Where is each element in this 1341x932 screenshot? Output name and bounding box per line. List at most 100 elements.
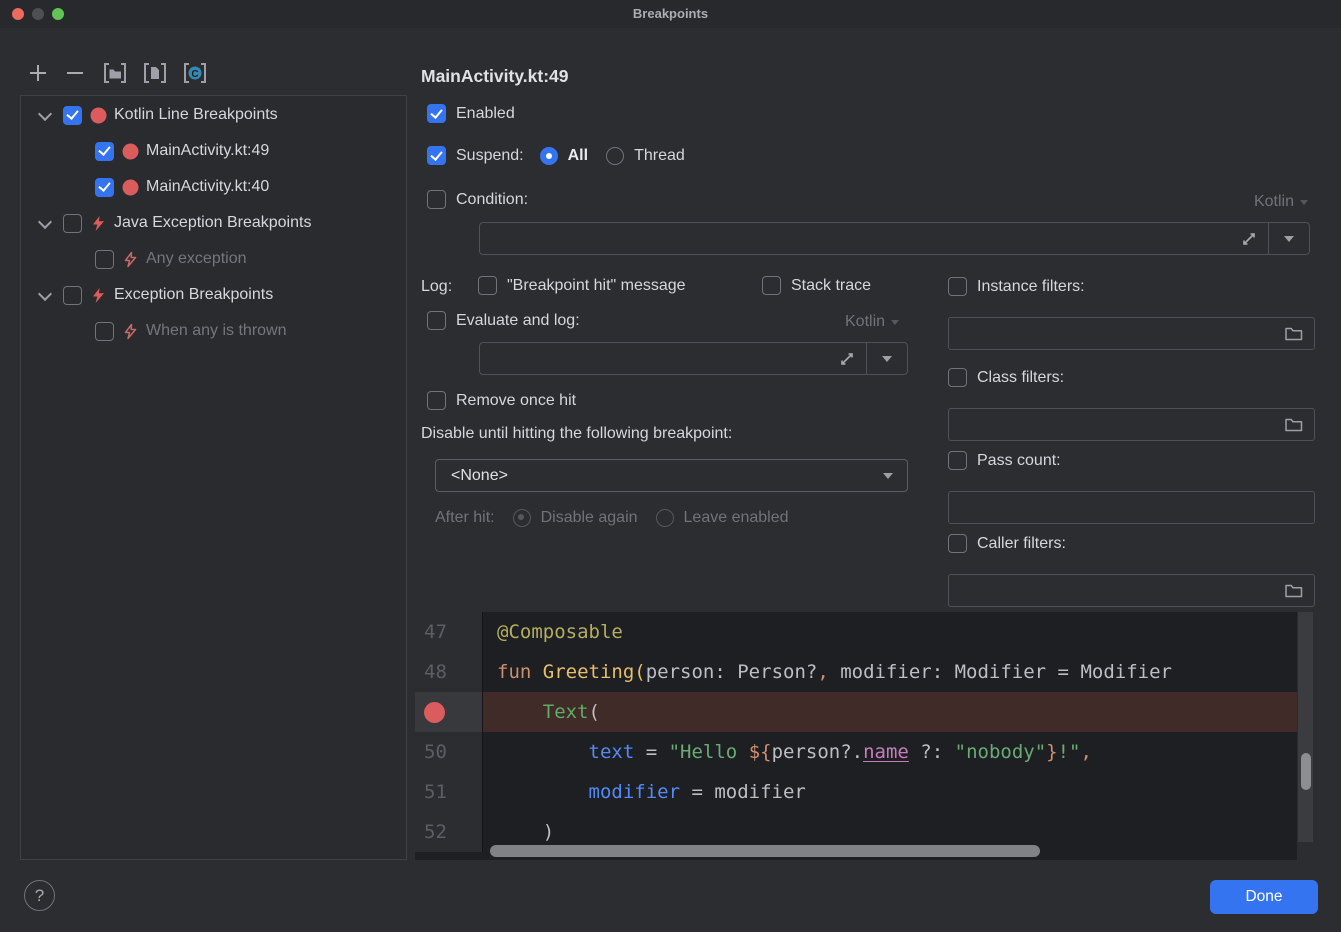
unchecked-checkbox[interactable] bbox=[95, 322, 114, 341]
breakpoint-title: MainActivity.kt:49 bbox=[421, 66, 569, 87]
gutter-line-number[interactable]: 51 bbox=[415, 772, 483, 812]
chevron-expanded-icon[interactable] bbox=[37, 215, 53, 231]
pass-count-checkbox[interactable] bbox=[948, 451, 967, 470]
disable-until-label: Disable until hitting the following brea… bbox=[421, 425, 732, 443]
remove-once-hit-checkbox[interactable] bbox=[427, 391, 446, 410]
suspend-thread-radio[interactable] bbox=[606, 147, 624, 165]
code-token: } bbox=[1046, 741, 1057, 763]
scrollbar-thumb[interactable] bbox=[1301, 753, 1311, 790]
scrollbar-corner bbox=[1297, 842, 1313, 860]
unchecked-checkbox[interactable] bbox=[95, 250, 114, 269]
after-hit-leave-enabled-radio[interactable] bbox=[656, 509, 674, 527]
tree-item-kotlin-line-breakpoints[interactable]: Kotlin Line Breakpoints bbox=[21, 98, 406, 132]
suspend-all-radio[interactable] bbox=[540, 147, 558, 165]
condition-checkbox[interactable] bbox=[427, 190, 446, 209]
tree-item-mainactivity-kt-40[interactable]: MainActivity.kt:40 bbox=[21, 170, 406, 204]
class-filters-input[interactable] bbox=[949, 416, 1274, 433]
evaluate-and-log-checkbox[interactable] bbox=[427, 311, 446, 330]
gutter-line-number[interactable]: 48 bbox=[415, 652, 483, 692]
add-breakpoint-button[interactable] bbox=[25, 60, 51, 86]
code-token bbox=[497, 781, 589, 803]
folder-browse-icon[interactable] bbox=[1274, 325, 1314, 342]
checked-checkbox[interactable] bbox=[95, 178, 114, 197]
suspend-thread-label: Thread bbox=[634, 147, 685, 165]
chevron-expanded-icon[interactable] bbox=[37, 107, 53, 123]
gutter-line-number[interactable]: 50 bbox=[415, 732, 483, 772]
svg-text:C: C bbox=[191, 69, 198, 80]
gutter-line-number[interactable]: 52 bbox=[415, 812, 483, 852]
help-button[interactable]: ? bbox=[24, 880, 55, 911]
code-horizontal-scrollbar-thumb[interactable] bbox=[490, 845, 1040, 857]
unchecked-checkbox[interactable] bbox=[63, 214, 82, 233]
expand-editor-icon[interactable] bbox=[828, 343, 866, 374]
chevron-expanded-icon[interactable] bbox=[37, 287, 53, 303]
suspend-label: Suspend: bbox=[456, 147, 524, 165]
tree-item-when-any-is-thrown[interactable]: When any is thrown bbox=[21, 314, 406, 348]
instance-filters-input[interactable] bbox=[949, 325, 1274, 342]
enabled-checkbox[interactable] bbox=[427, 104, 446, 123]
condition-input[interactable] bbox=[480, 223, 1230, 254]
chevron-down-icon bbox=[891, 320, 899, 325]
code-token: ${ bbox=[749, 741, 772, 763]
condition-language-label: Kotlin bbox=[1254, 193, 1294, 211]
folder-browse-icon[interactable] bbox=[1274, 582, 1314, 599]
evaluate-input[interactable] bbox=[480, 343, 828, 374]
remove-breakpoint-button[interactable] bbox=[62, 60, 88, 86]
disable-until-combobox[interactable]: <None> bbox=[435, 459, 908, 492]
breakpoint-hit-message-checkbox[interactable] bbox=[478, 276, 497, 295]
code-token: fun bbox=[497, 661, 543, 683]
line-number: 48 bbox=[424, 661, 447, 683]
gutter-line-number[interactable]: 47 bbox=[415, 612, 483, 652]
tree-item-mainactivity-kt-49[interactable]: MainActivity.kt:49 bbox=[21, 134, 406, 168]
enabled-label: Enabled bbox=[456, 105, 515, 123]
code-preview: 47@Composable48fun Greeting(person: Pers… bbox=[415, 612, 1313, 860]
code-token: "nobody" bbox=[955, 741, 1047, 763]
breakpoint-dot-icon[interactable] bbox=[424, 702, 445, 723]
code-token: , bbox=[1080, 741, 1091, 763]
code-token: , bbox=[817, 661, 828, 683]
code-text: fun Greeting(person: Person?, modifier: … bbox=[483, 652, 1313, 692]
evaluate-history-dropdown[interactable] bbox=[867, 343, 907, 374]
stack-trace-checkbox[interactable] bbox=[762, 276, 781, 295]
tree-item-any-exception[interactable]: Any exception bbox=[21, 242, 406, 276]
folder-browse-icon[interactable] bbox=[1274, 416, 1314, 433]
checked-checkbox[interactable] bbox=[95, 142, 114, 161]
tree-item-java-exception-breakpoints[interactable]: Java Exception Breakpoints bbox=[21, 206, 406, 240]
gutter-breakpoint[interactable] bbox=[415, 692, 483, 732]
breakpoint-hit-message-label: "Breakpoint hit" message bbox=[507, 277, 686, 295]
chevron-down-icon bbox=[1300, 200, 1308, 205]
group-by-class-icon[interactable]: C bbox=[182, 60, 208, 86]
code-token: modifier bbox=[714, 781, 806, 803]
evaluate-and-log-label: Evaluate and log: bbox=[456, 312, 580, 330]
chevron-down-icon bbox=[869, 473, 907, 479]
evaluate-language-label: Kotlin bbox=[845, 313, 885, 331]
condition-input-group bbox=[479, 222, 1310, 255]
expand-editor-icon[interactable] bbox=[1230, 223, 1268, 254]
pass-count-input[interactable] bbox=[949, 499, 1314, 516]
caller-filters-checkbox[interactable] bbox=[948, 534, 967, 553]
code-token: "Hello bbox=[669, 741, 749, 763]
group-by-file-folder-icon[interactable] bbox=[102, 60, 128, 86]
code-vertical-scrollbar[interactable] bbox=[1297, 612, 1313, 860]
after-hit-disable-again-radio[interactable] bbox=[513, 509, 531, 527]
class-filters-checkbox[interactable] bbox=[948, 368, 967, 387]
caller-filters-input[interactable] bbox=[949, 582, 1274, 599]
instance-filters-input-group bbox=[948, 317, 1315, 350]
evaluate-language-selector[interactable]: Kotlin bbox=[845, 313, 899, 331]
condition-label: Condition: bbox=[456, 191, 528, 209]
code-text: modifier = modifier bbox=[483, 772, 1313, 812]
line-number: 52 bbox=[424, 821, 447, 843]
condition-language-selector[interactable]: Kotlin bbox=[1254, 193, 1308, 211]
condition-history-dropdown[interactable] bbox=[1269, 223, 1309, 254]
checked-checkbox[interactable] bbox=[63, 106, 82, 125]
pass-count-input-group bbox=[948, 491, 1315, 524]
code-token: !" bbox=[1058, 741, 1081, 763]
group-by-file-icon[interactable] bbox=[142, 60, 168, 86]
instance-filters-checkbox[interactable] bbox=[948, 277, 967, 296]
after-hit-disable-again-label: Disable again bbox=[541, 509, 638, 527]
done-button[interactable]: Done bbox=[1210, 880, 1318, 914]
tree-item-exception-breakpoints[interactable]: Exception Breakpoints bbox=[21, 278, 406, 312]
suspend-checkbox[interactable] bbox=[427, 146, 446, 165]
evaluate-input-group bbox=[479, 342, 908, 375]
unchecked-checkbox[interactable] bbox=[63, 286, 82, 305]
